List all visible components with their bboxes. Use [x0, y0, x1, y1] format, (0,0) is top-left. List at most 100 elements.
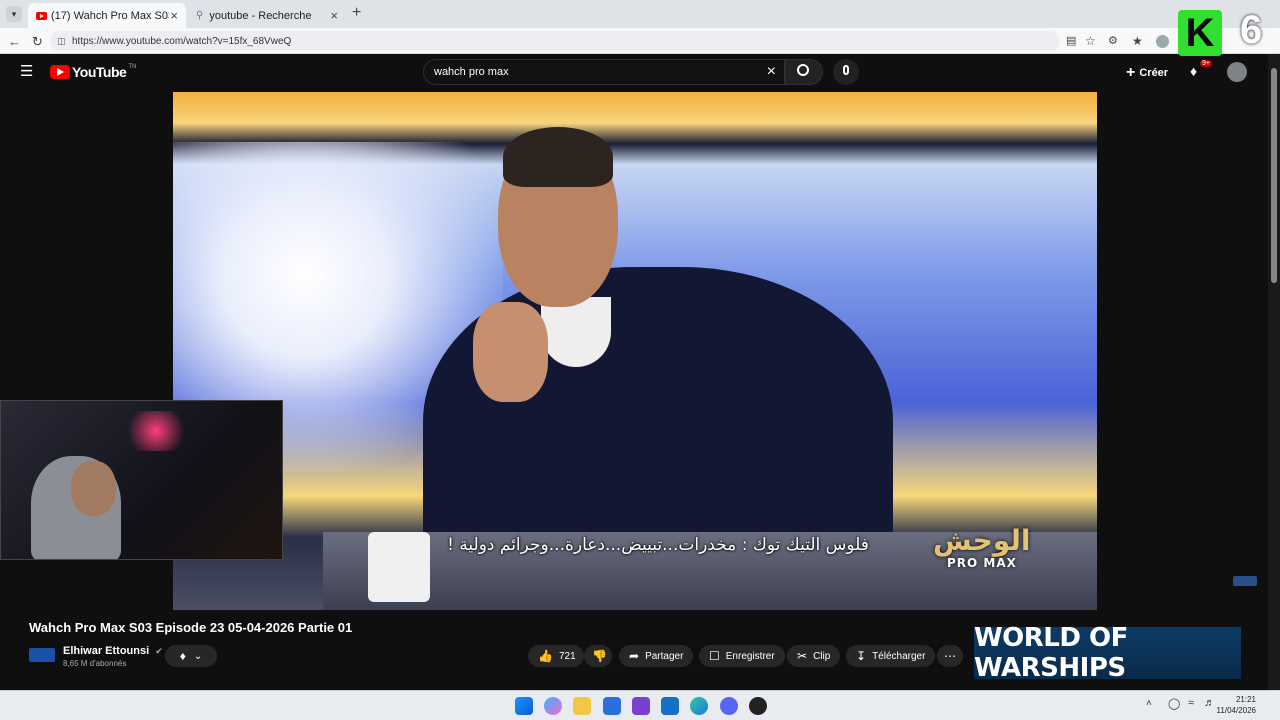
search-input[interactable]: wahch pro max ×	[423, 59, 785, 85]
page-scrollbar[interactable]	[1268, 54, 1280, 690]
wifi-icon[interactable]: ≈	[1188, 697, 1194, 709]
favorites-icon[interactable]: ★	[1132, 34, 1143, 48]
like-button[interactable]: 👍 721	[528, 645, 584, 667]
microphone-tray-icon[interactable]: ◯	[1168, 697, 1180, 710]
clip-label: Clip	[813, 650, 831, 662]
reload-icon[interactable]: ↻	[32, 34, 43, 50]
url-text: https://www.youtube.com/watch?v=15fx_68V…	[72, 35, 292, 47]
youtube-favicon-icon	[36, 11, 47, 20]
menu-icon[interactable]: ☰	[20, 62, 33, 80]
more-icon: ⋯	[944, 649, 956, 663]
tab-list-button[interactable]: ▾	[6, 6, 22, 22]
file-explorer-icon[interactable]	[573, 697, 591, 715]
scrollbar-thumb[interactable]	[1271, 68, 1277, 283]
close-tab-icon[interactable]: ×	[330, 8, 338, 23]
thumbs-down-icon: 👎	[592, 649, 607, 663]
stream-logo-number: 6	[1240, 8, 1263, 52]
host-hair	[503, 127, 613, 187]
country-code: TN	[128, 64, 137, 70]
streamer-face	[71, 461, 116, 516]
notifications-button[interactable]: ♦ 9+	[1190, 60, 1212, 81]
download-button[interactable]: ↧ Télécharger	[846, 645, 936, 667]
search-button[interactable]	[785, 59, 823, 85]
download-icon: ↧	[856, 649, 867, 663]
create-label: Créer	[1139, 67, 1169, 79]
video-title: Wahch Pro Max S03 Episode 23 05-04-2026 …	[29, 620, 353, 635]
close-tab-icon[interactable]: ×	[170, 8, 178, 23]
save-button[interactable]: ☐ Enregistrer	[699, 645, 785, 667]
notification-badge: 9+	[1200, 60, 1212, 67]
app-icon[interactable]	[632, 697, 650, 715]
bell-icon: ♦	[1190, 63, 1198, 79]
show-logo-sub: PRO MAX	[947, 556, 1017, 570]
account-avatar[interactable]	[1227, 62, 1247, 82]
youtube-wordmark: YouTube	[72, 64, 127, 80]
back-arrow-icon[interactable]: ←	[8, 34, 21, 49]
scissors-icon: ✂	[797, 649, 808, 663]
profile-avatar[interactable]	[1156, 35, 1169, 48]
system-clock[interactable]: 21:21 11/04/2026	[1217, 694, 1256, 716]
share-label: Partager	[645, 650, 684, 662]
favorite-star-icon[interactable]: ☆	[1085, 34, 1096, 48]
start-icon[interactable]	[515, 697, 533, 715]
plus-icon: +	[1126, 64, 1136, 81]
show-logo: الوحش PRO MAX	[933, 524, 1043, 580]
channel-name[interactable]: Elhiwar Ettounsi ✔	[63, 645, 163, 657]
clock-time: 21:21	[1235, 695, 1256, 704]
clear-search-icon[interactable]: ×	[767, 63, 776, 81]
tray-chevron-icon[interactable]: ˄	[1146, 698, 1152, 709]
site-info-icon[interactable]: ◫	[57, 36, 66, 47]
tab-youtube-video[interactable]: (17) Wahch Pro Max S03 Episo ×	[28, 3, 186, 28]
tab-title: youtube - Recherche	[209, 9, 312, 22]
more-actions-button[interactable]: ⋯	[937, 645, 963, 667]
clip-button[interactable]: ✂ Clip	[787, 645, 841, 667]
browser-toolbar: ← ↻ ◫ https://www.youtube.com/watch?v=15…	[0, 28, 1280, 54]
outlook-icon[interactable]	[661, 697, 679, 715]
search-query: wahch pro max	[434, 66, 509, 78]
channel-name-text: Elhiwar Ettounsi	[63, 645, 150, 657]
stream-logo: K	[1178, 10, 1222, 56]
channel-watermark-icon	[1233, 576, 1257, 586]
subscription-bell-button[interactable]: ♦ ⌄	[165, 645, 217, 667]
discord-icon[interactable]	[720, 697, 738, 715]
verified-icon: ✔	[155, 646, 163, 656]
obs-icon[interactable]	[749, 697, 767, 715]
show-logo-arabic: الوحش	[933, 524, 1031, 557]
host-shirt	[541, 297, 611, 367]
search-icon	[797, 64, 809, 76]
copilot-icon[interactable]	[544, 697, 562, 715]
extensions-icon[interactable]: ⚙	[1108, 34, 1118, 47]
bookmark-icon: ☐	[709, 649, 720, 663]
ad-banner[interactable]: WORLD OF WARSHIPS	[974, 623, 1241, 683]
search-favicon-icon: ⚲	[196, 10, 204, 21]
subscriber-count: 8,65 M d'abonnés	[63, 659, 127, 668]
like-count: 721	[558, 650, 576, 662]
volume-icon[interactable]: ♬	[1204, 697, 1215, 709]
bell-icon: ♦	[179, 649, 186, 663]
youtube-logo[interactable]: YouTube TN	[50, 64, 136, 80]
share-button[interactable]: ➦ Partager	[619, 645, 694, 667]
video-player[interactable]: فلوس التيك توك : مخدرات...تبييض...دعارة.…	[173, 92, 1097, 610]
tab-youtube-search[interactable]: ⚲ youtube - Recherche ×	[188, 3, 346, 28]
browser-tab-strip: ▾ (17) Wahch Pro Max S03 Episo × ⚲ youtu…	[0, 0, 1280, 28]
create-button[interactable]: + Créer	[1126, 64, 1168, 82]
youtube-play-icon	[50, 65, 70, 79]
reader-icon[interactable]: ▤	[1066, 34, 1076, 47]
webcam-overlay	[0, 400, 283, 560]
tab-title: (17) Wahch Pro Max S03 Episo	[51, 9, 169, 22]
voice-search-button[interactable]	[833, 59, 859, 85]
save-label: Enregistrer	[725, 650, 775, 662]
share-icon: ➦	[629, 649, 640, 663]
host-hand	[473, 302, 548, 402]
edge-icon[interactable]	[690, 697, 708, 715]
new-tab-button[interactable]: +	[352, 4, 361, 22]
windows-taskbar: ˄ ◯ ≈ ♬ 21:21 11/04/2026	[0, 690, 1280, 720]
youtube-header: ☰ YouTube TN wahch pro max × + Créer ♦ 9…	[0, 54, 1268, 90]
channel-avatar[interactable]	[29, 648, 55, 662]
dislike-button[interactable]: 👎	[584, 645, 612, 667]
address-bar[interactable]: ◫ https://www.youtube.com/watch?v=15fx_6…	[50, 31, 1060, 51]
video-subtitle: فلوس التيك توك : مخدرات...تبييض...دعارة.…	[447, 535, 869, 555]
clock-date: 11/04/2026	[1216, 706, 1256, 715]
store-icon[interactable]	[603, 697, 621, 715]
microphone-icon	[843, 65, 849, 75]
